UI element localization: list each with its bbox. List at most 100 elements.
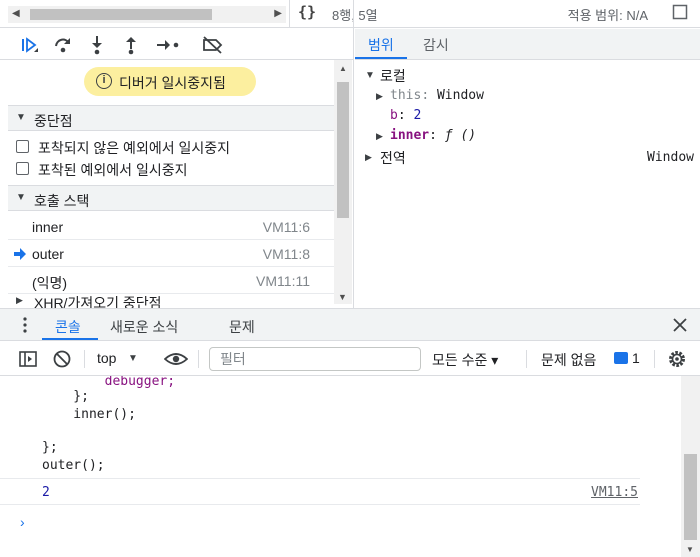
scrollbar-thumb[interactable] — [337, 82, 349, 218]
var-value: ƒ () — [444, 128, 477, 143]
scope-panel: 범위 감시 ▼ 로컬 ▶ this: Window b: 2 ▶ inner: … — [355, 0, 700, 308]
expand-triangle-icon[interactable]: ▶ — [376, 131, 383, 142]
var-key: b — [390, 108, 398, 123]
live-expression-eye-icon[interactable] — [164, 349, 188, 369]
deactivate-breakpoints-button[interactable] — [201, 34, 225, 56]
frame-location[interactable]: VM11:11 — [256, 273, 310, 289]
expand-triangle-icon[interactable]: ▶ — [365, 152, 372, 163]
var-key: this — [390, 88, 422, 103]
tab-watch[interactable]: 감시 — [423, 35, 449, 55]
call-stack-title: 호출 스택 — [34, 193, 90, 209]
xhr-breakpoints-title: XHR/가져오기 중단점 — [34, 295, 162, 308]
tab-console[interactable]: 콘솔 — [55, 317, 81, 337]
divider — [526, 350, 527, 368]
filter-input[interactable] — [209, 347, 421, 371]
scope-var-this[interactable]: this: Window — [390, 88, 484, 103]
local-scope-label[interactable]: 로컬 — [380, 66, 406, 86]
current-frame-arrow-icon — [14, 248, 26, 260]
frame-name: outer — [32, 246, 64, 262]
context-select[interactable]: top — [97, 350, 116, 366]
var-value: 2 — [413, 108, 422, 123]
issues-label[interactable]: 문제 없음 — [541, 350, 596, 370]
call-frame[interactable]: (익명) VM11:11 — [8, 267, 334, 294]
breakpoints-section-header[interactable]: ▼ 중단점 — [8, 105, 334, 131]
tab-scope[interactable]: 범위 — [368, 35, 394, 55]
code-line: }; — [42, 389, 89, 404]
breakpoints-title: 중단점 — [34, 113, 73, 129]
expand-triangle-icon: ▼ — [16, 192, 26, 203]
drawer-tab-bar: 콘솔 새로운 소식 문제 — [0, 309, 700, 341]
call-frame[interactable]: inner VM11:6 — [8, 213, 334, 240]
code-line: outer(); — [42, 458, 105, 473]
message-icon[interactable] — [614, 352, 628, 364]
frame-name: inner — [32, 219, 64, 235]
code-line: debugger; — [42, 376, 175, 389]
pause-caught-exceptions-option[interactable]: 포착된 예외에서 일시중지 — [8, 158, 334, 180]
checkbox[interactable] — [16, 162, 29, 175]
info-icon: i — [96, 73, 112, 89]
console-toolbar: top ▼ 모든 수준 ▾ 문제 없음 1 — [0, 342, 700, 376]
step-over-button[interactable] — [52, 34, 74, 56]
call-stack-section-header[interactable]: ▼ 호출 스택 — [8, 185, 334, 211]
issues-count[interactable]: 1 — [632, 350, 640, 366]
chevron-down-icon[interactable]: ▼ — [128, 353, 138, 364]
tab-whats-new[interactable]: 새로운 소식 — [110, 317, 178, 337]
console-result-row: 2 VM11:5 — [0, 478, 640, 505]
divider — [654, 350, 655, 368]
debugger-toolbar — [0, 29, 354, 60]
step-out-button[interactable] — [120, 34, 142, 56]
scope-var-inner[interactable]: inner: ƒ () — [390, 128, 476, 143]
expand-triangle-icon[interactable]: ▼ — [365, 70, 375, 81]
scrollbar-thumb[interactable] — [684, 454, 697, 540]
step-over-icon — [55, 38, 70, 53]
console-drawer: 콘솔 새로운 소식 문제 top ▼ 모든 수준 ▾ 문제 없음 — [0, 308, 700, 557]
log-levels-select[interactable]: 모든 수준 ▾ — [432, 350, 498, 370]
var-value: Window — [436, 88, 484, 103]
frame-name: (익명) — [32, 275, 68, 291]
sidebar-toggle-icon[interactable] — [18, 349, 38, 369]
more-options-icon[interactable] — [22, 317, 28, 333]
result-value: 2 — [42, 485, 50, 500]
code-line: inner(); — [42, 407, 136, 422]
pause-uncaught-exceptions-option[interactable]: 포착되지 않은 예외에서 일시중지 — [8, 136, 334, 158]
checkbox[interactable] — [16, 140, 29, 153]
breakpoints-off-icon — [203, 36, 223, 54]
step-into-icon — [92, 36, 102, 55]
global-scope-value: Window — [647, 150, 694, 165]
active-tab-indicator — [355, 57, 407, 59]
frame-location[interactable]: VM11:6 — [263, 219, 310, 235]
scope-watch-tabs: 범위 감시 — [355, 29, 700, 60]
expand-triangle-icon[interactable]: ▶ — [376, 91, 383, 102]
result-source-link[interactable]: VM11:5 — [591, 485, 638, 500]
tab-issues[interactable]: 문제 — [229, 317, 255, 337]
scroll-down-icon[interactable]: ▼ — [686, 545, 694, 554]
scroll-down-icon[interactable]: ▼ — [338, 292, 347, 302]
active-tab-indicator — [42, 338, 98, 340]
divider — [84, 350, 85, 368]
scope-var-b[interactable]: b: 2 — [390, 108, 421, 123]
call-frame-current[interactable]: outer VM11:8 — [8, 240, 334, 267]
console-prompt-chevron-icon[interactable]: › — [20, 514, 25, 530]
sidebar-vertical-scrollbar[interactable]: ▲ ▼ — [334, 60, 352, 304]
scroll-up-icon[interactable]: ▲ — [339, 64, 347, 73]
frame-location[interactable]: VM11:8 — [263, 246, 310, 262]
xhr-breakpoints-section-header[interactable]: ▶ XHR/가져오기 중단점 — [8, 295, 334, 308]
debugger-sidebar: i 디버거 일시중지됨 ▼ 중단점 포착되지 않은 예외에서 일시중지 포착된 … — [0, 0, 354, 308]
step-button[interactable] — [155, 34, 181, 56]
gear-icon[interactable] — [667, 349, 687, 369]
console-output[interactable]: debugger; }; inner(); }; outer(); 2 VM11… — [0, 376, 700, 557]
console-vertical-scrollbar[interactable]: ▼ — [681, 376, 700, 557]
clear-console-icon[interactable] — [52, 349, 72, 369]
step-icon — [157, 40, 179, 50]
step-into-button[interactable] — [86, 34, 108, 56]
option-label: 포착된 예외에서 일시중지 — [38, 162, 188, 178]
step-out-icon — [126, 37, 136, 55]
paused-banner: i 디버거 일시중지됨 — [84, 67, 256, 96]
close-icon[interactable] — [672, 317, 688, 333]
collapse-triangle-icon: ▶ — [16, 295, 23, 305]
var-key: inner — [390, 128, 430, 143]
code-text: debugger; — [42, 376, 176, 389]
resume-button[interactable] — [18, 34, 40, 56]
code-line: }; — [42, 440, 58, 455]
global-scope-label[interactable]: 전역 — [380, 148, 406, 168]
